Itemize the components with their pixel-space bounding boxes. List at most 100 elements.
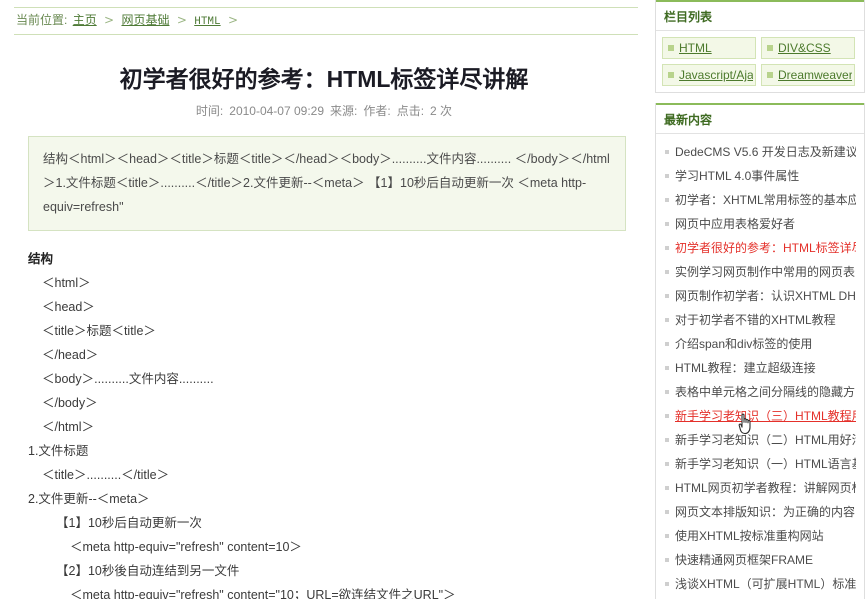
list-item[interactable]: 浅谈XHTML（可扩展HTML）标准中 xyxy=(662,572,858,596)
list-item[interactable]: HTML教程：建立超级连接 xyxy=(662,356,858,380)
breadcrumb-separator: > xyxy=(228,13,238,27)
list-item[interactable]: 网页中应用表格爱好者 xyxy=(662,212,858,236)
latest-item-link[interactable]: 初学者很好的参考：HTML标签详尽讲 xyxy=(675,240,856,256)
list-item[interactable]: 实例学习网页制作中常用的网页表 xyxy=(662,260,858,284)
square-bullet-icon xyxy=(665,174,669,178)
square-bullet-icon xyxy=(665,582,669,586)
list-item[interactable]: 网页制作初学者：认识XHTML DHTML S xyxy=(662,284,858,308)
list-item[interactable]: 学习HTML 4.0事件属性 xyxy=(662,164,858,188)
body-line: 【1】10秒后自动更新一次 xyxy=(28,511,648,535)
body-heading: 结构 xyxy=(28,247,648,271)
category-item-javascript-ajax[interactable]: Javascript/Ajax xyxy=(662,64,756,86)
latest-item-link[interactable]: HTML网页初学者教程：讲解网页标题 xyxy=(675,480,856,496)
latest-item-link[interactable]: 学习HTML 4.0事件属性 xyxy=(675,168,799,184)
body-line: ＜head＞ xyxy=(28,295,648,319)
category-item-div-css[interactable]: DIV&CSS xyxy=(761,37,855,59)
latest-item-link[interactable]: 网页中应用表格爱好者 xyxy=(675,216,795,232)
body-line: ＜/body＞ xyxy=(28,391,648,415)
breadcrumb-separator: > xyxy=(104,13,114,27)
latest-item-link[interactable]: 对于初学者不错的XHTML教程 xyxy=(675,312,836,328)
list-item[interactable]: HTML网页初学者教程：讲解网页标题 xyxy=(662,476,858,500)
latest-item-link[interactable]: 使用XHTML按标准重构网站 xyxy=(675,528,824,544)
latest-news-list: DedeCMS V5.6 开发日志及新建议提交学习HTML 4.0事件属性初学者… xyxy=(662,140,858,596)
latest-item-link[interactable]: DedeCMS V5.6 开发日志及新建议提交 xyxy=(675,144,856,160)
latest-panel: 最新内容 DedeCMS V5.6 开发日志及新建议提交学习HTML 4.0事件… xyxy=(655,103,865,599)
article-summary-box: 结构＜html＞＜head＞＜title＞标题＜title＞＜/head＞＜bo… xyxy=(28,136,626,231)
square-bullet-icon xyxy=(665,558,669,562)
latest-item-link[interactable]: 表格中单元格之间分隔线的隐藏方 xyxy=(675,384,855,400)
category-grid: HTML DIV&CSS Javascript/Ajax Dreamweaver xyxy=(662,37,858,86)
square-bullet-icon xyxy=(767,72,773,78)
body-line: ＜meta http-equiv="refresh" content=10＞ xyxy=(28,535,648,559)
square-bullet-icon xyxy=(665,246,669,250)
breadcrumb-item-webbasics[interactable]: 网页基础 xyxy=(121,13,169,27)
body-line: 【2】10秒後自动连结到另一文件 xyxy=(28,559,648,583)
list-item[interactable]: 初学者：XHTML常用标签的基本应用指 xyxy=(662,188,858,212)
meta-time-label: 时间: xyxy=(196,104,223,118)
main-content-column: 当前位置: 主页 > 网页基础 > HTML > 初学者很好的参考：HTML标签… xyxy=(0,0,648,599)
breadcrumb-item-html[interactable]: HTML xyxy=(194,16,220,28)
list-item[interactable]: 快速精通网页框架FRAME xyxy=(662,548,858,572)
breadcrumb: 当前位置: 主页 > 网页基础 > HTML > xyxy=(14,7,638,35)
body-line: ＜/html＞ xyxy=(28,415,648,439)
latest-item-link[interactable]: 快速精通网页框架FRAME xyxy=(675,552,813,568)
list-item[interactable]: 新手学习老知识（二）HTML用好活动 xyxy=(662,428,858,452)
latest-item-link[interactable]: HTML教程：建立超级连接 xyxy=(675,360,816,376)
square-bullet-icon xyxy=(665,366,669,370)
latest-item-link[interactable]: 新手学习老知识（三）HTML教程用好 xyxy=(675,408,856,424)
square-bullet-icon xyxy=(665,462,669,466)
latest-item-link[interactable]: 网页文本排版知识：为正确的内容 xyxy=(675,504,855,520)
body-line: ＜title＞标题＜title＞ xyxy=(28,319,648,343)
square-bullet-icon xyxy=(665,438,669,442)
latest-panel-body: DedeCMS V5.6 开发日志及新建议提交学习HTML 4.0事件属性初学者… xyxy=(656,134,864,599)
category-item-label: Dreamweaver xyxy=(778,68,852,82)
list-item[interactable]: 初学者很好的参考：HTML标签详尽讲 xyxy=(662,236,858,260)
list-item[interactable]: 表格中单元格之间分隔线的隐藏方 xyxy=(662,380,858,404)
meta-source-label: 来源: xyxy=(330,104,357,118)
square-bullet-icon xyxy=(665,318,669,322)
square-bullet-icon xyxy=(665,342,669,346)
square-bullet-icon xyxy=(665,414,669,418)
body-line: ＜body＞..........文件内容.......... xyxy=(28,367,648,391)
category-item-dreamweaver[interactable]: Dreamweaver xyxy=(761,64,855,86)
square-bullet-icon xyxy=(665,198,669,202)
square-bullet-icon xyxy=(665,390,669,394)
category-item-label: HTML xyxy=(679,41,712,55)
page-root: 当前位置: 主页 > 网页基础 > HTML > 初学者很好的参考：HTML标签… xyxy=(0,0,867,599)
body-line: 1.文件标题 xyxy=(28,439,648,463)
sidebar: 栏目列表 HTML DIV&CSS Javascript/Ajax Dreamweav… xyxy=(655,0,867,599)
latest-item-link[interactable]: 实例学习网页制作中常用的网页表 xyxy=(675,264,855,280)
body-line: ＜html＞ xyxy=(28,271,648,295)
body-line: ＜title＞..........＜/title＞ xyxy=(28,463,648,487)
list-item[interactable]: 新手学习老知识（三）HTML教程用好 xyxy=(662,404,858,428)
article-meta: 时间:2010-04-07 09:29来源:作者:点击:2 次 xyxy=(0,103,648,119)
body-line: ＜/head＞ xyxy=(28,343,648,367)
latest-item-link[interactable]: 浅谈XHTML（可扩展HTML）标准中 xyxy=(675,576,856,592)
breadcrumb-item-home[interactable]: 主页 xyxy=(73,13,97,27)
list-item[interactable]: 新手学习老知识（一）HTML语言基础 xyxy=(662,452,858,476)
category-item-html[interactable]: HTML xyxy=(662,37,756,59)
latest-item-link[interactable]: 网页制作初学者：认识XHTML DHTML S xyxy=(675,288,856,304)
latest-item-link[interactable]: 新手学习老知识（一）HTML语言基础 xyxy=(675,456,856,472)
list-item[interactable]: 网页文本排版知识：为正确的内容 xyxy=(662,500,858,524)
category-item-label: DIV&CSS xyxy=(778,41,831,55)
square-bullet-icon xyxy=(665,270,669,274)
list-item[interactable]: DedeCMS V5.6 开发日志及新建议提交 xyxy=(662,140,858,164)
page-title: 初学者很好的参考：HTML标签详尽讲解 xyxy=(0,65,648,93)
body-line: ＜meta http-equiv="refresh" content="10；U… xyxy=(28,583,648,599)
meta-clicks-value: 2 次 xyxy=(430,104,452,118)
latest-item-link[interactable]: 新手学习老知识（二）HTML用好活动 xyxy=(675,432,856,448)
category-panel: 栏目列表 HTML DIV&CSS Javascript/Ajax Dreamweav… xyxy=(655,0,865,93)
list-item[interactable]: 介绍span和div标签的使用 xyxy=(662,332,858,356)
list-item[interactable]: 对于初学者不错的XHTML教程 xyxy=(662,308,858,332)
breadcrumb-separator: > xyxy=(177,13,187,27)
article-body: 结构＜html＞＜head＞＜title＞标题＜title＞＜/head＞＜bo… xyxy=(28,247,648,599)
category-item-label: Javascript/Ajax xyxy=(679,68,753,82)
latest-item-link[interactable]: 初学者：XHTML常用标签的基本应用指 xyxy=(675,192,856,208)
square-bullet-icon xyxy=(665,534,669,538)
meta-time-value: 2010-04-07 09:29 xyxy=(229,104,324,118)
meta-author-label: 作者: xyxy=(363,104,390,118)
category-panel-title: 栏目列表 xyxy=(656,0,864,31)
list-item[interactable]: 使用XHTML按标准重构网站 xyxy=(662,524,858,548)
latest-item-link[interactable]: 介绍span和div标签的使用 xyxy=(675,336,812,352)
